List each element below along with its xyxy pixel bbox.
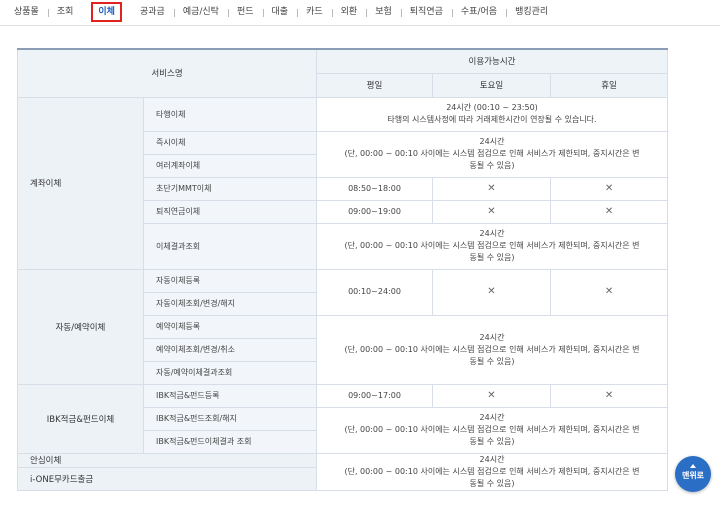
tab-insurance[interactable]: 보험 xyxy=(366,2,401,22)
row-label-reserve-register: 예약이체등록 xyxy=(143,314,317,339)
safe-transfer-hours: 24시간 (단, 00:00 ~ 00:10 사이에는 시스템 점검으로 인해 … xyxy=(315,452,669,491)
close-icon: ✕ xyxy=(604,286,614,297)
arrow-up-icon xyxy=(690,464,696,468)
tab-fund[interactable]: 펀드 xyxy=(227,2,263,22)
tab-pension[interactable]: 퇴직연금 xyxy=(400,2,452,22)
group-auto-reserved: 자동/예약이체 xyxy=(17,268,144,385)
group-ibk-savings: IBK적금&펀드이체 xyxy=(17,383,144,454)
tab-product-mall[interactable]: 상품몰 xyxy=(5,2,48,22)
row-label-ibk-result: IBK적금&펀드이체결과 조회 xyxy=(143,429,317,454)
product-tab-bar: 상품몰 조회 이체 공과금 예금/신탁 펀드 대출 카드 외환 보험 퇴직연금 … xyxy=(0,0,720,26)
row-label-other-bank: 타행이체 xyxy=(143,96,317,132)
auto-holiday-unavailable: ✕ xyxy=(549,268,669,316)
row-label-pension: 퇴직연금이체 xyxy=(143,199,317,224)
row-label-auto-manage: 자동이체조회/변경/해지 xyxy=(143,291,317,316)
ibk-holiday-unavailable: ✕ xyxy=(549,383,669,408)
transfer-result-hours: 24시간 (단, 00:00 ~ 00:10 사이에는 시스템 점검으로 인해 … xyxy=(315,222,669,270)
close-icon: ✕ xyxy=(487,286,496,297)
row-label-ibk-register: IBK적금&펀드등록 xyxy=(143,383,317,408)
group-safe-transfer: 안심이체 xyxy=(17,452,317,468)
scroll-top-button[interactable]: 맨위로 xyxy=(675,456,711,492)
group-ione-cardless: i-ONE무카드출금 xyxy=(17,466,317,491)
mmt-weekday-hours: 08:50~18:00 xyxy=(316,176,433,201)
instant-multi-hours: 24시간 (단, 00:00 ~ 00:10 사이에는 시스템 점검으로 인해 … xyxy=(315,130,669,178)
close-icon: ✕ xyxy=(604,205,614,217)
ibk-manage-hours: 24시간 (단, 00:00 ~ 00:10 사이에는 시스템 점검으로 인해 … xyxy=(315,406,669,454)
tab-check-bill[interactable]: 수표/어음 xyxy=(451,2,506,22)
tab-inquiry[interactable]: 조회 xyxy=(47,2,83,22)
pension-weekday-hours: 09:00~19:00 xyxy=(316,199,433,224)
scroll-top-label: 맨위로 xyxy=(681,471,705,480)
auto-saturday-unavailable: ✕ xyxy=(432,268,551,316)
tab-loan[interactable]: 대출 xyxy=(262,2,298,22)
row-label-ibk-manage: IBK적금&펀드조회/해지 xyxy=(143,406,317,431)
row-label-auto-register: 자동이체등록 xyxy=(143,268,317,293)
row-label-auto-reserve-result: 자동/예약이체결과조회 xyxy=(143,360,317,385)
close-icon: ✕ xyxy=(604,182,614,194)
row-label-reserve-manage: 예약이체조회/변경/취소 xyxy=(143,337,317,362)
row-label-transfer-result: 이체결과조회 xyxy=(143,222,317,270)
row-label-multi-account: 여러계좌이체 xyxy=(143,153,317,178)
close-icon: ✕ xyxy=(487,205,496,217)
mmt-saturday-unavailable: ✕ xyxy=(432,176,551,201)
header-saturday: 토요일 xyxy=(432,72,551,98)
tab-foreign-exchange[interactable]: 외환 xyxy=(331,2,367,22)
row-label-ultra-mmt: 초단기MMT이체 xyxy=(143,176,317,201)
reserve-hours: 24시간 (단, 00:00 ~ 00:10 사이에는 시스템 점검으로 인해 … xyxy=(315,314,669,385)
close-icon: ✕ xyxy=(487,389,496,401)
tab-banking-management[interactable]: 뱅킹관리 xyxy=(506,2,557,22)
close-icon: ✕ xyxy=(487,182,496,194)
pension-holiday-unavailable: ✕ xyxy=(549,199,669,224)
tab-card[interactable]: 카드 xyxy=(297,2,332,22)
header-weekday: 평일 xyxy=(316,72,433,98)
auto-weekday-hours: 00:10~24:00 xyxy=(316,268,433,316)
pension-saturday-unavailable: ✕ xyxy=(432,199,551,224)
tab-transfer[interactable]: 이체 xyxy=(82,2,131,22)
other-bank-hours: 24시간 (00:10 ~ 23:50) 타행의 시스템사정에 따라 거래제한시… xyxy=(315,96,669,132)
service-hours-table: 서비스명 이용가능시간 평일 토요일 휴일 계좌이체 타행이체 24시간 (00… xyxy=(17,48,669,491)
header-holiday: 휴일 xyxy=(549,72,669,98)
tab-utility-bills[interactable]: 공과금 xyxy=(131,2,174,22)
tab-deposit-trust[interactable]: 예금/신탁 xyxy=(173,2,228,22)
header-service-name: 서비스명 xyxy=(17,48,317,98)
mmt-holiday-unavailable: ✕ xyxy=(549,176,669,201)
tab-list: 상품몰 조회 이체 공과금 예금/신탁 펀드 대출 카드 외환 보험 퇴직연금 … xyxy=(0,0,720,24)
ibk-saturday-unavailable: ✕ xyxy=(432,383,551,408)
group-account-transfer: 계좌이체 xyxy=(17,96,144,270)
header-availability: 이용가능시간 xyxy=(315,48,669,74)
close-icon: ✕ xyxy=(604,389,614,401)
ibk-weekday-hours: 09:00~17:00 xyxy=(316,383,433,408)
row-label-instant: 즉시이체 xyxy=(143,130,317,155)
